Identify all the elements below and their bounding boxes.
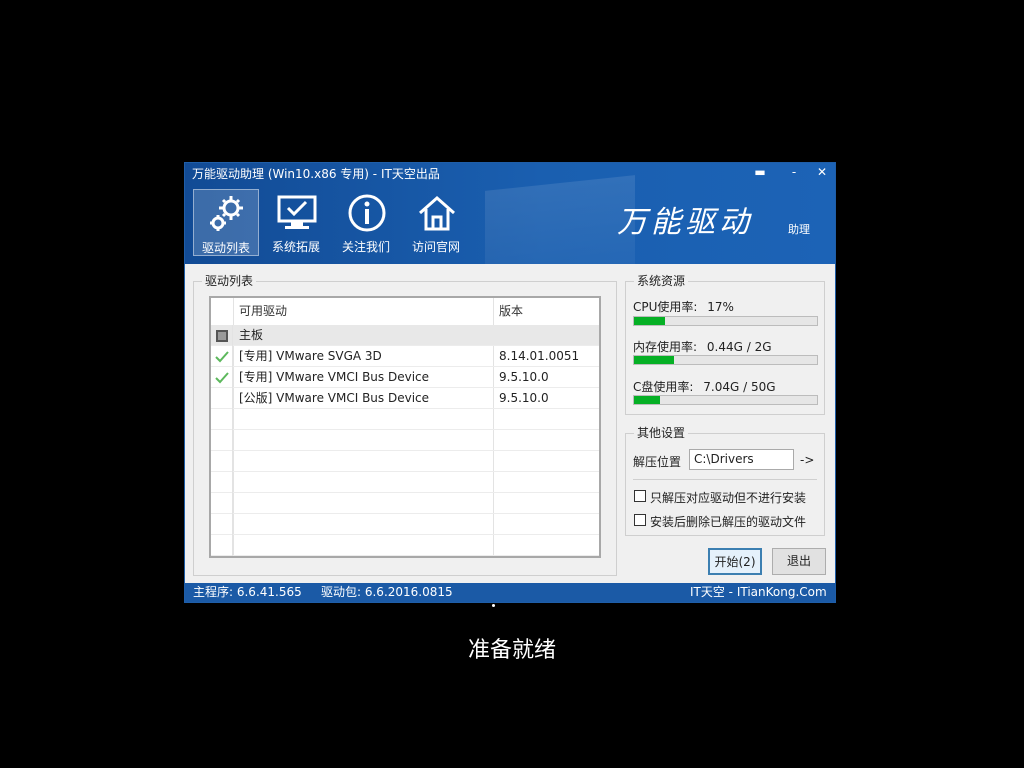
row-gutter <box>211 346 233 367</box>
delete-after-install-label[interactable]: 安装后删除已解压的驱动文件 <box>650 513 806 530</box>
driver-pack-version: 驱动包: 6.6.2016.0815 <box>321 585 453 599</box>
check-icon[interactable] <box>215 372 229 384</box>
row-gutter <box>211 535 233 556</box>
status-bar: 主程序: 6.6.41.565 驱动包: 6.6.2016.0815 IT天空 … <box>185 583 835 602</box>
driver-version: 9.5.10.0 <box>499 370 549 384</box>
minimize-button[interactable]: - <box>785 164 803 180</box>
brand-subtitle: 助理 <box>788 223 810 236</box>
row-gutter <box>211 430 233 451</box>
home-icon <box>419 195 455 231</box>
memory-usage-bar <box>633 355 818 365</box>
row-gutter <box>211 409 233 430</box>
driver-list[interactable]: 可用驱动 版本 主板 [专用] VMware SVGA 3D 8.14.01.0… <box>209 296 601 558</box>
memory-usage-value: 0.44G / 2G <box>706 340 772 354</box>
column-header-driver[interactable]: 可用驱动 <box>239 298 288 325</box>
check-icon[interactable] <box>215 351 229 363</box>
driver-name: [专用] VMware SVGA 3D <box>239 349 382 363</box>
ready-message: 准备就绪 <box>467 638 556 663</box>
app-window: 万能驱动助理 (Win10.x86 专用) - IT天空出品 ▬ - ✕ 驱动列… <box>184 162 836 603</box>
disk-usage-bar <box>633 395 818 405</box>
empty-row <box>211 535 599 556</box>
loading-spinner-icon <box>492 604 495 607</box>
empty-row <box>211 409 599 430</box>
extract-path-field[interactable]: C:\Drivers <box>689 449 794 470</box>
driver-version: 9.5.10.0 <box>499 391 549 405</box>
toolbar-label: 关注我们 <box>341 240 390 254</box>
table-row[interactable]: [专用] VMware VMCI Bus Device 9.5.10.0 <box>211 367 599 388</box>
empty-row <box>211 472 599 493</box>
table-row[interactable]: [公版] VMware VMCI Bus Device 9.5.10.0 <box>211 388 599 409</box>
driver-name: 主板 <box>239 328 264 342</box>
row-gutter <box>211 388 233 409</box>
exit-button[interactable]: 退出 <box>772 548 826 575</box>
empty-row <box>211 451 599 472</box>
cpu-usage-value: 17% <box>707 300 734 314</box>
row-gutter <box>211 493 233 514</box>
list-group-row[interactable]: 主板 <box>211 325 599 346</box>
group-title: 系统资源 <box>634 274 689 288</box>
empty-row <box>211 493 599 514</box>
empty-row <box>211 514 599 535</box>
row-gutter <box>211 472 233 493</box>
site-link[interactable]: IT天空 - ITianKong.Com <box>690 583 827 602</box>
row-gutter <box>211 367 233 388</box>
toolbar-label: 访问官网 <box>411 240 460 254</box>
extract-only-checkbox[interactable] <box>634 490 646 502</box>
window-title: 万能驱动助理 (Win10.x86 专用) - IT天空出品 <box>192 167 440 181</box>
toolbar-visit-site[interactable]: 访问官网 <box>403 189 469 256</box>
row-gutter <box>211 451 233 472</box>
delete-after-install-checkbox[interactable] <box>634 514 646 526</box>
memory-usage-title: 内存使用率: <box>633 340 698 354</box>
empty-row <box>211 430 599 451</box>
group-title: 其他设置 <box>634 426 689 440</box>
monitor-check-icon <box>277 195 317 229</box>
extract-location-label: 解压位置 <box>633 455 682 469</box>
disk-usage-value: 7.04G / 50G <box>703 380 776 394</box>
disk-usage-label: C盘使用率: 7.04G / 50G <box>633 378 776 395</box>
close-button[interactable]: ✕ <box>813 164 831 180</box>
column-header-version[interactable]: 版本 <box>499 298 524 325</box>
memory-usage-fill <box>634 356 675 364</box>
cpu-usage-bar <box>633 316 818 326</box>
info-icon <box>348 194 386 232</box>
row-gutter <box>211 514 233 535</box>
pin-button[interactable]: ▬ <box>751 164 769 180</box>
cpu-usage-title: CPU使用率: <box>633 300 698 314</box>
row-gutter <box>211 325 233 346</box>
driver-version: 8.14.01.0051 <box>499 349 580 363</box>
start-button[interactable]: 开始(2) <box>708 548 762 575</box>
chip-icon <box>216 330 228 342</box>
header-banner: 万能驱动助理 (Win10.x86 专用) - IT天空出品 ▬ - ✕ 驱动列… <box>185 163 835 264</box>
driver-name: [公版] VMware VMCI Bus Device <box>239 391 430 405</box>
toolbar-label: 系统拓展 <box>271 240 320 254</box>
disk-usage-title: C盘使用率: <box>633 380 694 394</box>
extract-only-label[interactable]: 只解压对应驱动但不进行安装 <box>650 489 806 506</box>
toolbar-system-extend[interactable]: 系统拓展 <box>263 189 329 256</box>
toolbar-driver-list[interactable]: 驱动列表 <box>193 189 259 256</box>
driver-name: [专用] VMware VMCI Bus Device <box>239 370 430 384</box>
main-program-version: 主程序: 6.6.41.565 <box>193 585 302 599</box>
cpu-usage-label: CPU使用率: 17% <box>633 298 734 315</box>
table-row[interactable]: [专用] VMware SVGA 3D 8.14.01.0051 <box>211 346 599 367</box>
toolbar-follow-us[interactable]: 关注我们 <box>333 189 399 256</box>
gears-icon <box>210 196 243 231</box>
browse-button[interactable]: -> <box>800 453 814 467</box>
memory-usage-label: 内存使用率: 0.44G / 2G <box>633 338 772 355</box>
brand-logo: 万能驱动 <box>617 205 753 240</box>
cpu-usage-fill <box>634 317 666 325</box>
group-title: 驱动列表 <box>202 274 257 288</box>
toolbar-label: 驱动列表 <box>201 241 250 255</box>
disk-usage-fill <box>634 396 660 404</box>
divider <box>633 479 817 480</box>
